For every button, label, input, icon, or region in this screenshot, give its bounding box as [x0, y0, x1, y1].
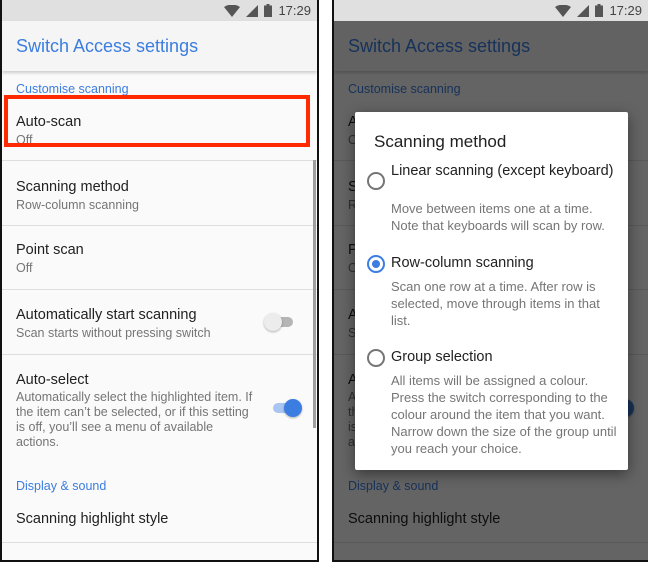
radio-button[interactable] — [367, 172, 385, 190]
auto-select-toggle[interactable] — [270, 398, 302, 418]
section-header-customise-scanning: Customise scanning — [16, 82, 129, 96]
cellular-signal-icon — [246, 4, 259, 17]
divider — [2, 225, 317, 226]
scanning-method-dialog: Scanning method Linear scanning (except … — [355, 112, 628, 470]
pref-title: Auto-select — [16, 372, 89, 388]
divider — [2, 160, 317, 161]
option-description: Move between items one at a time. Note t… — [391, 201, 605, 233]
divider — [2, 289, 317, 290]
status-bar: 17:29 — [2, 0, 317, 21]
divider — [2, 542, 317, 543]
pref-auto-select[interactable]: Auto-select Automatically select the hig… — [2, 359, 317, 469]
dialog-screen: 17:29 Switch Access settings Customise s… — [332, 0, 648, 562]
radio-button-checked[interactable] — [367, 255, 385, 273]
pref-title: Scanning method — [16, 179, 129, 195]
pref-scanning-highlight-style[interactable]: Scanning highlight style — [2, 500, 317, 540]
cellular-signal-icon — [577, 4, 590, 17]
dialog-title: Scanning method — [374, 132, 507, 151]
option-label: Group selection — [391, 349, 493, 365]
option-group-selection[interactable]: Group selection All items will be assign… — [355, 348, 628, 458]
status-bar: 17:29 — [334, 0, 648, 21]
pref-point-scan[interactable]: Point scan Off — [2, 232, 317, 287]
pref-summary: Row-column scanning — [16, 198, 139, 212]
pref-title: Automatically start scanning — [16, 307, 197, 323]
divider — [2, 354, 317, 355]
status-time: 17:29 — [609, 3, 642, 18]
pref-summary: Off — [16, 261, 33, 275]
scrollbar[interactable] — [313, 160, 316, 428]
option-linear-scanning[interactable]: Linear scanning (except keyboard) Move b… — [355, 162, 628, 237]
pref-summary: Scan starts without pressing switch — [16, 326, 211, 340]
battery-icon — [595, 4, 604, 17]
option-row-column-scanning[interactable]: Row-column scanning Scan one row at a ti… — [355, 254, 628, 329]
auto-start-toggle[interactable] — [264, 312, 296, 332]
option-description: Scan one row at a time. After row is sel… — [391, 279, 600, 328]
pref-title: Point scan — [16, 242, 84, 258]
option-label: Linear scanning (except keyboard) — [391, 163, 614, 179]
pref-title: Scanning highlight style — [16, 511, 169, 527]
settings-screen: 17:29 Switch Access settings Customise s… — [0, 0, 319, 562]
app-bar: Switch Access settings — [2, 21, 317, 71]
highlight-annotation-box — [4, 95, 310, 147]
toggle-thumb — [284, 399, 302, 417]
radio-button[interactable] — [367, 349, 385, 367]
pref-summary: Automatically select the highlighted ite… — [16, 390, 253, 449]
section-header-display-sound: Display & sound — [16, 479, 107, 493]
pref-scanning-method[interactable]: Scanning method Row-column scanning — [2, 167, 317, 222]
option-label: Row-column scanning — [391, 255, 534, 271]
battery-icon — [264, 4, 273, 17]
page-title: Switch Access settings — [16, 36, 199, 56]
option-description: All items will be assigned a colour. Pre… — [391, 373, 617, 456]
toggle-thumb — [264, 313, 282, 331]
wifi-icon — [555, 4, 572, 17]
pref-auto-start-scanning[interactable]: Automatically start scanning Scan starts… — [2, 294, 317, 354]
wifi-icon — [224, 4, 241, 17]
status-time: 17:29 — [278, 3, 311, 18]
